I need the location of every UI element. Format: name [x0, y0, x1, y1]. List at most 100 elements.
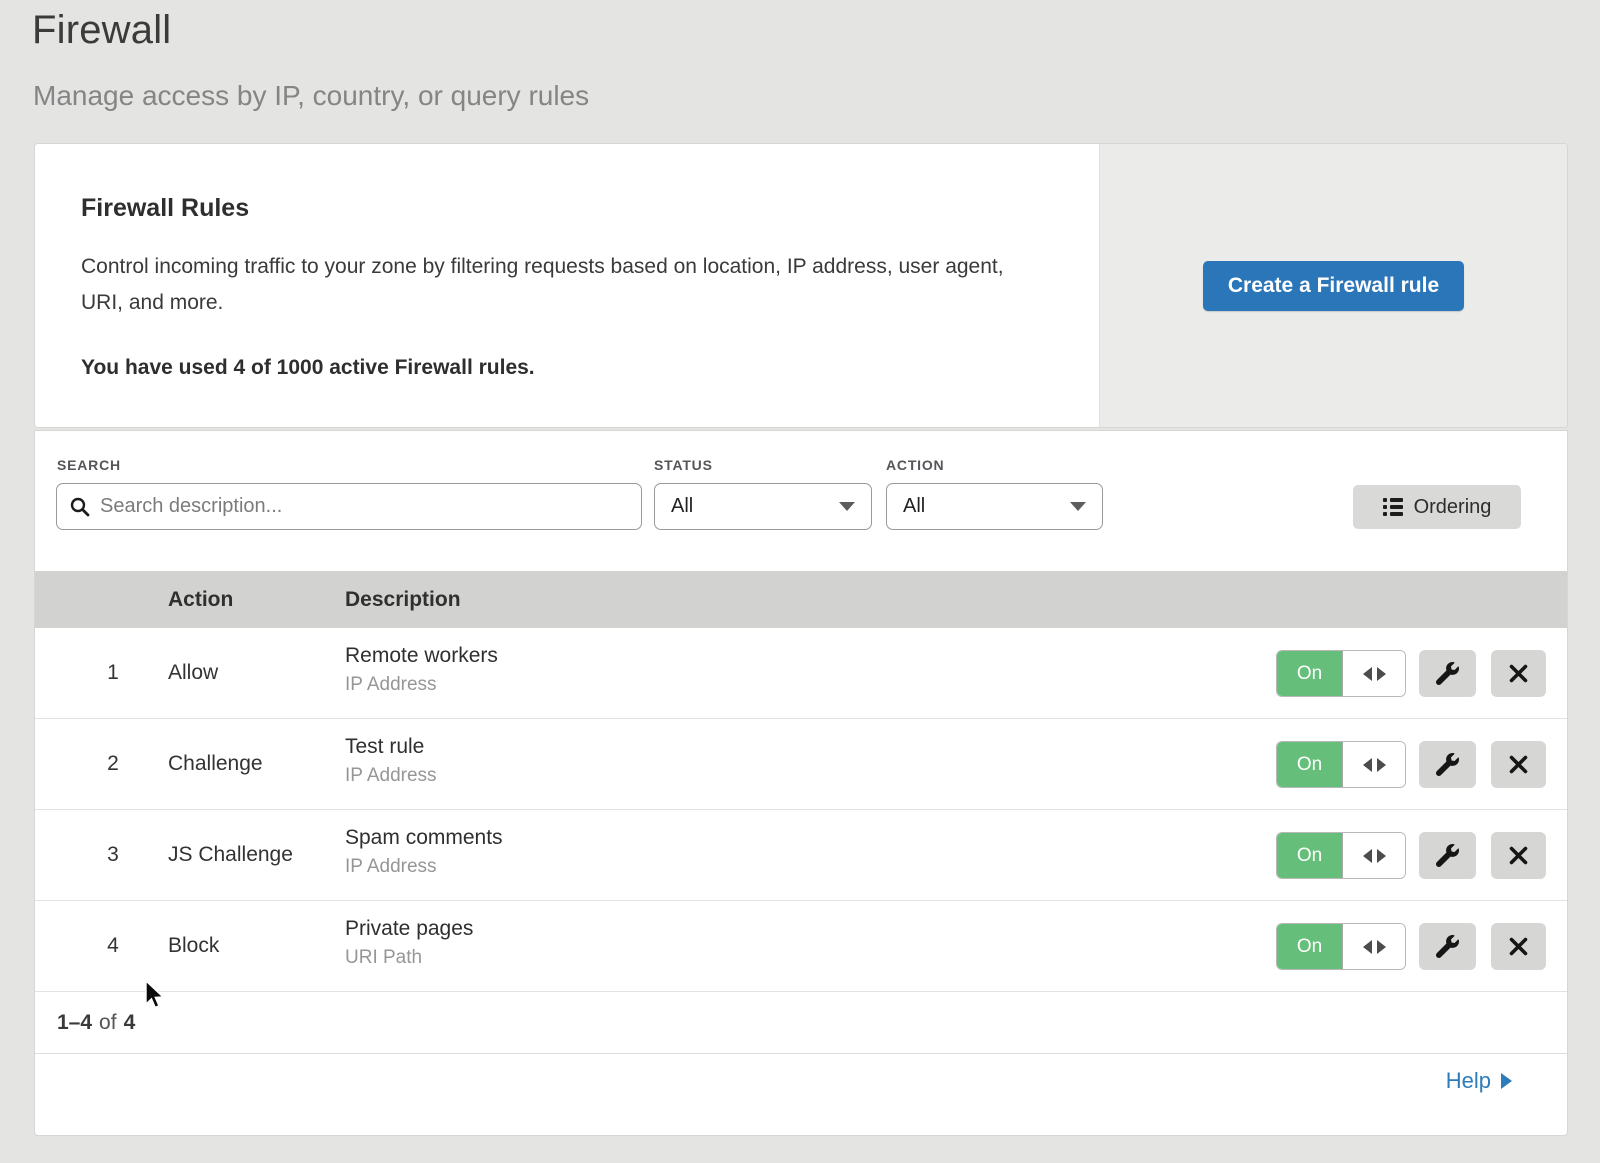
rule-priority: 2 [91, 752, 135, 776]
firewall-rules-list-card: SEARCH STATUS All ACTION All [34, 430, 1568, 1136]
create-firewall-rule-button[interactable]: Create a Firewall rule [1203, 261, 1464, 311]
delete-rule-button[interactable] [1491, 650, 1546, 697]
rule-action: Allow [168, 661, 218, 685]
wrench-icon [1436, 753, 1459, 776]
edit-rule-button[interactable] [1419, 923, 1476, 970]
chevron-down-icon [839, 502, 855, 511]
rule-field-type: URI Path [345, 947, 473, 969]
status-selected-value: All [671, 495, 693, 518]
rule-priority: 4 [91, 934, 135, 958]
help-link[interactable]: Help [1446, 1068, 1512, 1094]
intro-card-title: Firewall Rules [81, 194, 1053, 223]
pagination-total: 4 [124, 1011, 136, 1035]
ordered-list-icon [1383, 498, 1403, 516]
toggle-on-label[interactable]: On [1277, 651, 1343, 696]
action-label: ACTION [886, 457, 944, 473]
rule-description: Test rule IP Address [345, 735, 437, 787]
rule-description-text: Spam comments [345, 826, 503, 850]
arrow-right-icon [1377, 758, 1386, 772]
firewall-rules-intro-card: Firewall Rules Control incoming traffic … [34, 143, 1568, 428]
pagination-range: 1–4 [57, 1011, 92, 1035]
edit-rule-button[interactable] [1419, 650, 1476, 697]
wrench-icon [1436, 844, 1459, 867]
status-select[interactable]: All [654, 483, 872, 530]
edit-rule-button[interactable] [1419, 741, 1476, 788]
rule-description: Private pages URI Path [345, 917, 473, 969]
arrow-right-icon [1377, 940, 1386, 954]
rule-description-text: Private pages [345, 917, 473, 941]
toggle-drag-handle[interactable] [1343, 833, 1405, 878]
toggle-drag-handle[interactable] [1343, 924, 1405, 969]
rule-controls: On [1276, 650, 1567, 697]
table-row: 1 Allow Remote workers IP Address On [35, 628, 1567, 719]
create-rule-panel: Create a Firewall rule [1099, 144, 1567, 427]
delete-rule-button[interactable] [1491, 741, 1546, 788]
page-subtitle: Manage access by IP, country, or query r… [33, 80, 589, 112]
rule-enabled-toggle[interactable]: On [1276, 923, 1406, 970]
rule-description-text: Test rule [345, 735, 437, 759]
toggle-on-label[interactable]: On [1277, 924, 1343, 969]
toggle-drag-handle[interactable] [1343, 651, 1405, 696]
delete-rule-button[interactable] [1491, 923, 1546, 970]
rule-description: Remote workers IP Address [345, 644, 498, 696]
rule-description-text: Remote workers [345, 644, 498, 668]
toggle-on-label[interactable]: On [1277, 833, 1343, 878]
search-label: SEARCH [57, 457, 121, 473]
table-row: 3 JS Challenge Spam comments IP Address … [35, 810, 1567, 901]
wrench-icon [1436, 935, 1459, 958]
rule-field-type: IP Address [345, 674, 498, 696]
rule-controls: On [1276, 832, 1567, 879]
arrow-right-icon [1377, 667, 1386, 681]
rule-priority: 1 [91, 661, 135, 685]
toggle-drag-handle[interactable] [1343, 742, 1405, 787]
rules-usage-note: You have used 4 of 1000 active Firewall … [81, 356, 1053, 380]
rule-enabled-toggle[interactable]: On [1276, 650, 1406, 697]
close-icon [1508, 754, 1529, 775]
rule-field-type: IP Address [345, 765, 437, 787]
rule-description: Spam comments IP Address [345, 826, 503, 878]
ordering-button[interactable]: Ordering [1353, 485, 1521, 529]
close-icon [1508, 845, 1529, 866]
help-link-label: Help [1446, 1068, 1491, 1094]
close-icon [1508, 936, 1529, 957]
rule-controls: On [1276, 741, 1567, 788]
pagination-status: 1–4 of 4 [35, 992, 1567, 1054]
column-header-description: Description [345, 588, 461, 612]
rule-priority: 3 [91, 843, 135, 867]
rule-controls: On [1276, 923, 1567, 970]
edit-rule-button[interactable] [1419, 832, 1476, 879]
pagination-of: of [99, 1011, 117, 1035]
search-input[interactable] [100, 495, 629, 518]
rule-enabled-toggle[interactable]: On [1276, 832, 1406, 879]
rules-table-header: Action Description [35, 571, 1567, 628]
rule-action: Challenge [168, 752, 263, 776]
toggle-on-label[interactable]: On [1277, 742, 1343, 787]
card-footer: Help [35, 1054, 1567, 1114]
arrow-left-icon [1363, 667, 1372, 681]
wrench-icon [1436, 662, 1459, 685]
arrow-right-icon [1377, 849, 1386, 863]
delete-rule-button[interactable] [1491, 832, 1546, 879]
arrow-left-icon [1363, 940, 1372, 954]
close-icon [1508, 663, 1529, 684]
arrow-left-icon [1363, 849, 1372, 863]
ordering-button-label: Ordering [1414, 496, 1492, 519]
column-header-action: Action [168, 588, 233, 612]
arrow-left-icon [1363, 758, 1372, 772]
status-label: STATUS [654, 457, 713, 473]
action-selected-value: All [903, 495, 925, 518]
firewall-page: Firewall Manage access by IP, country, o… [0, 0, 1600, 1163]
rule-action: JS Challenge [168, 843, 293, 867]
rule-action: Block [168, 934, 219, 958]
chevron-down-icon [1070, 502, 1086, 511]
table-row: 4 Block Private pages URI Path On [35, 901, 1567, 992]
rule-field-type: IP Address [345, 856, 503, 878]
filters-bar: SEARCH STATUS All ACTION All [35, 431, 1567, 571]
arrow-right-icon [1501, 1073, 1512, 1089]
table-row: 2 Challenge Test rule IP Address On [35, 719, 1567, 810]
action-select[interactable]: All [886, 483, 1103, 530]
page-title: Firewall [32, 8, 171, 53]
search-box[interactable] [56, 483, 642, 530]
intro-text-panel: Firewall Rules Control incoming traffic … [35, 144, 1099, 427]
rule-enabled-toggle[interactable]: On [1276, 741, 1406, 788]
